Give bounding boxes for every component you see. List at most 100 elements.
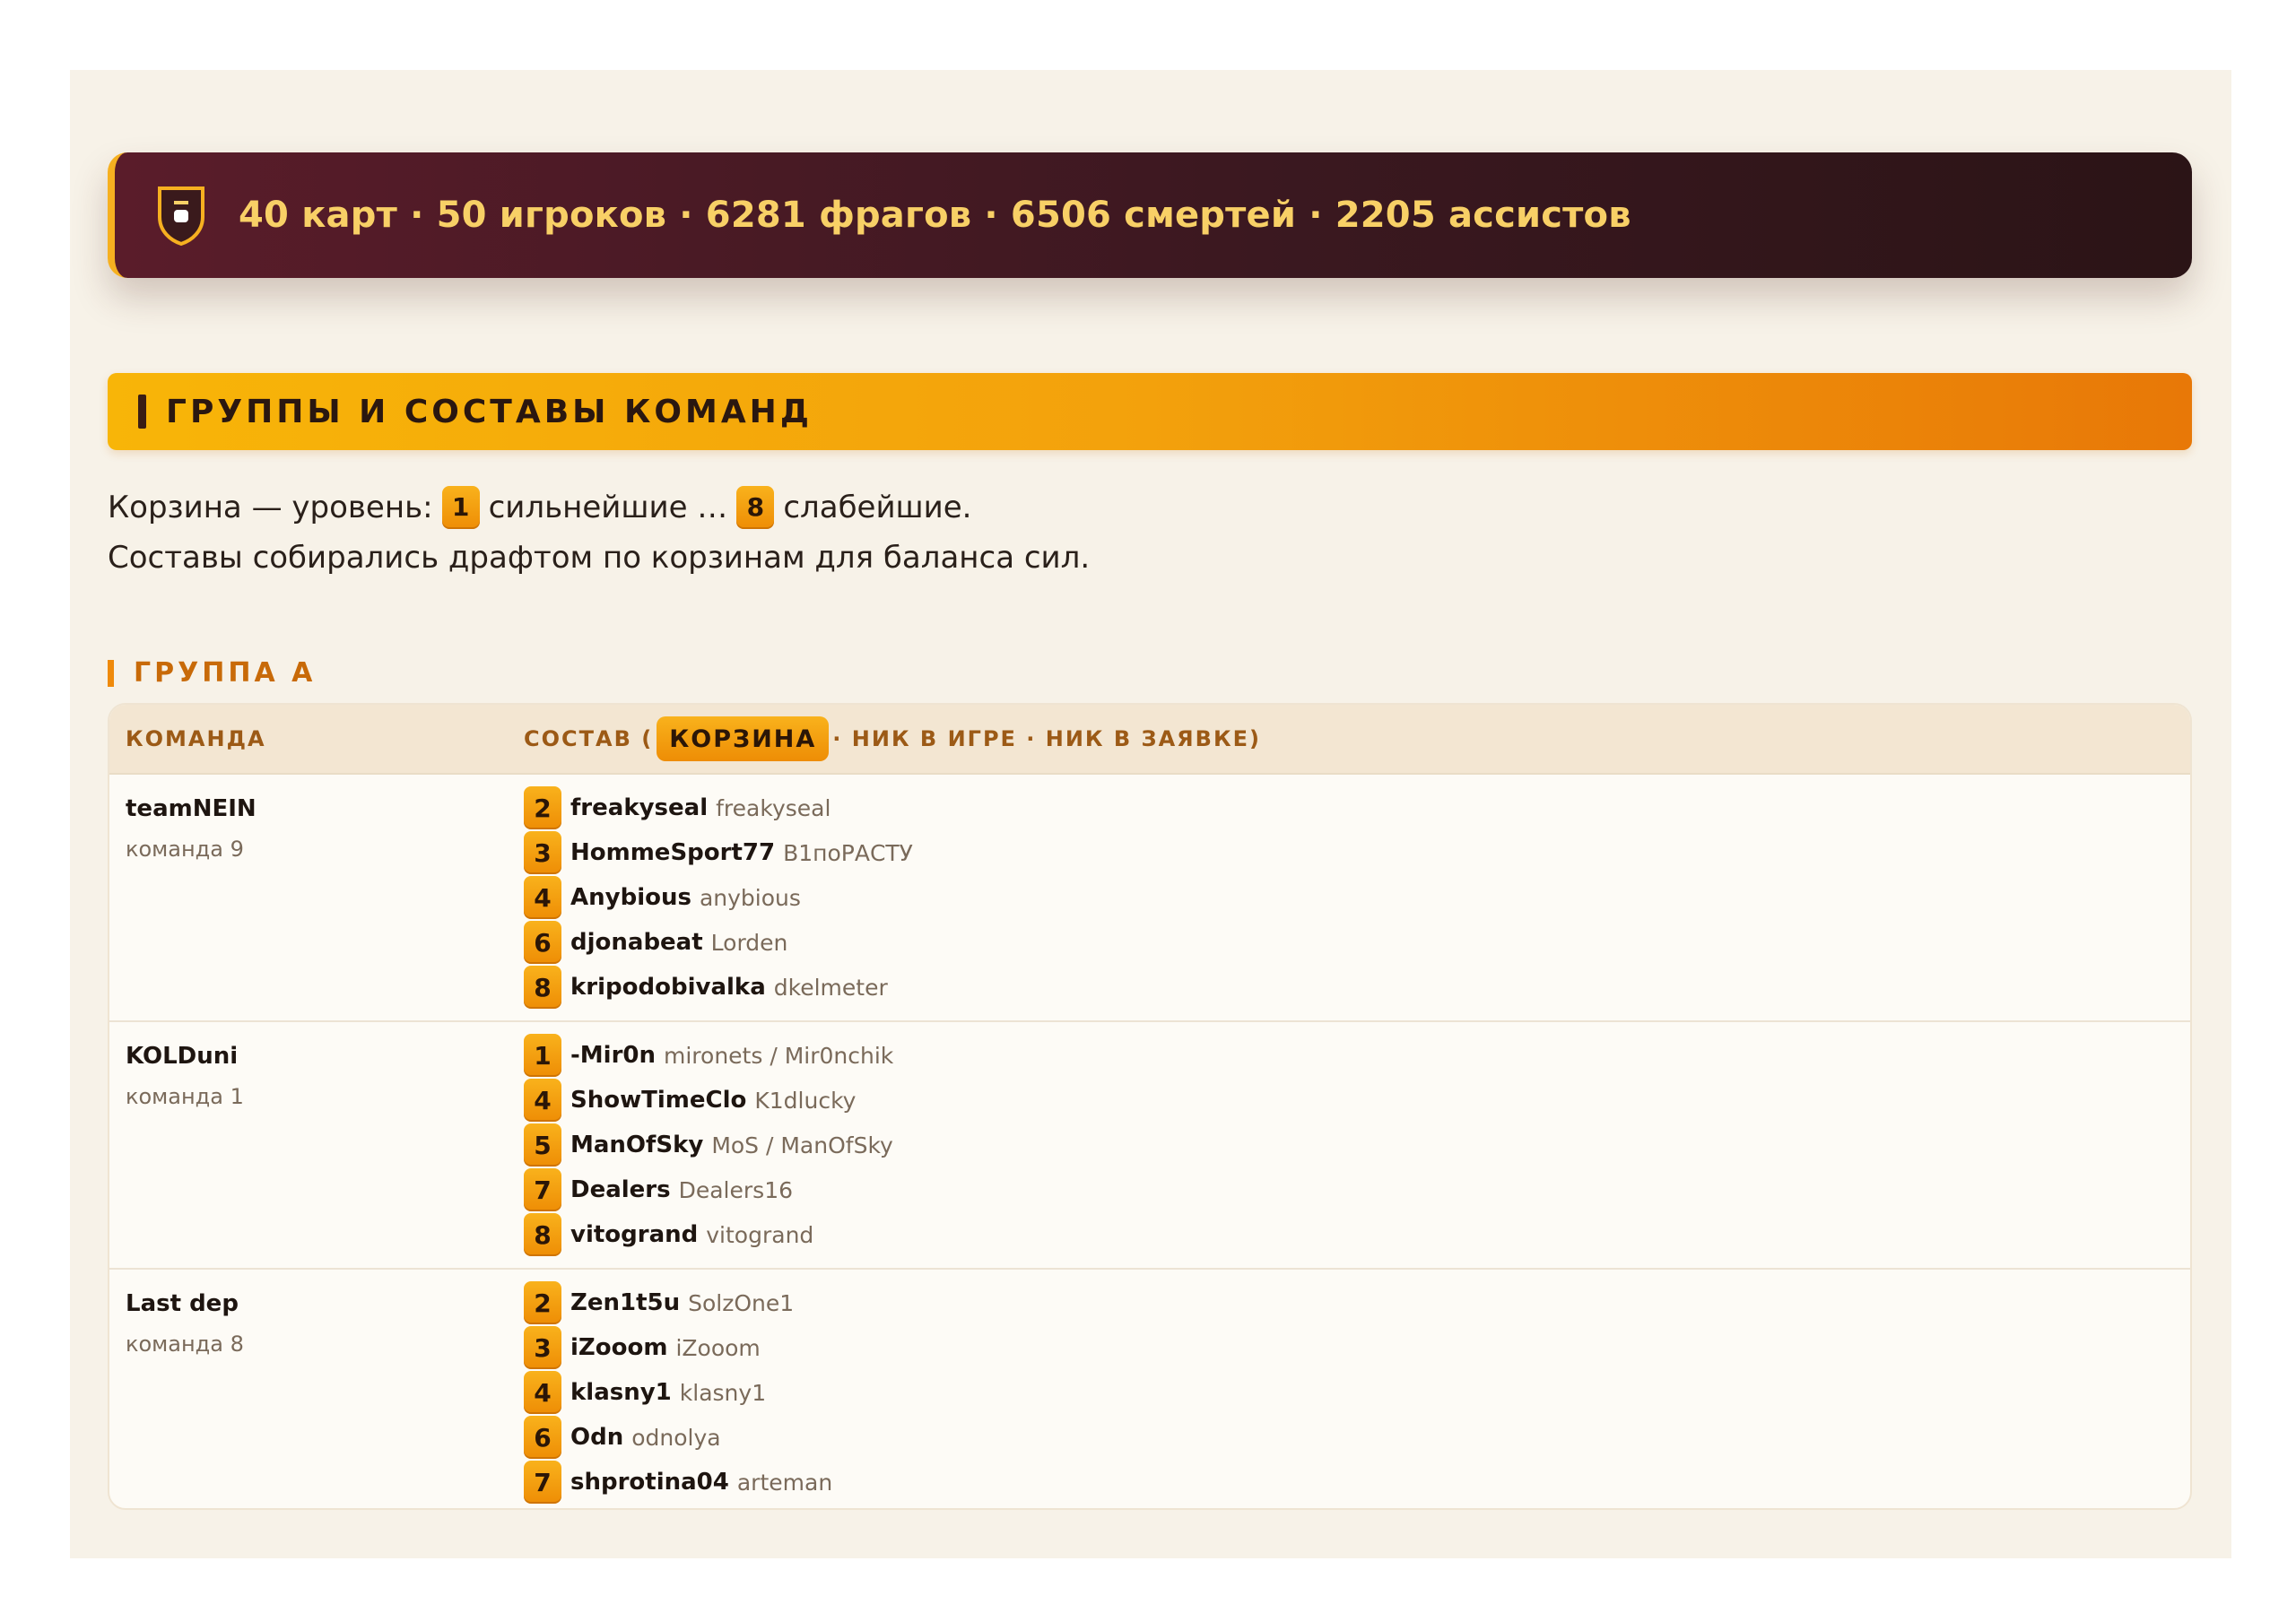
player-entry: 4 klasny1 klasny1: [524, 1370, 832, 1415]
shield-icon: [158, 186, 204, 246]
pot-badge: 3: [524, 831, 561, 874]
table-row: teamNEIN команда 9 2 freakyseal freakyseal 3 H…: [109, 775, 2190, 1022]
header-roster-rest: · НИК В ИГРЕ · НИК В ЗАЯВКЕ): [832, 726, 1261, 751]
pot-badge: 6: [524, 1416, 561, 1459]
player-entry: 2 freakyseal freakyseal: [524, 785, 913, 830]
team-number: команда 1: [126, 1084, 244, 1109]
table-body: teamNEIN команда 9 2 freakyseal freakyseal 3 H…: [109, 775, 2190, 1508]
team-number: команда 8: [126, 1331, 244, 1357]
player-entry: 7 Dealers Dealers16: [524, 1167, 893, 1212]
player-game-nick: kripodobivalka: [570, 974, 766, 1001]
pot-badge: 2: [524, 1281, 561, 1324]
player-entry: 4 ShowTimeClo K1dlucky: [524, 1078, 893, 1123]
pot-badge: 8: [524, 1213, 561, 1256]
legend-best-text: сильнейшие …: [488, 490, 728, 525]
player-application-nick: anybious: [699, 884, 801, 911]
roster-cell: 1 -Mir0n mironets / Mir0nchik 4 ShowTimeClo K…: [524, 1033, 893, 1257]
roster-cell: 2 Zen1t5u SolzOne1 3 iZooom iZooom 4 klasny1 kla…: [524, 1280, 832, 1505]
player-application-nick: MoS / ManOfSky: [711, 1132, 893, 1158]
player-game-nick: freakyseal: [570, 794, 709, 821]
team-cell: Last dep команда 8: [126, 1286, 244, 1357]
table-row: KOLDuni команда 1 1 -Mir0n mironets / Mir0nc…: [109, 1022, 2190, 1270]
player-entry: 6 djonabeat Lorden: [524, 920, 913, 965]
player-entry: 8 kripodobivalka dkelmeter: [524, 965, 913, 1010]
pot-badge: 5: [524, 1123, 561, 1167]
team-name: teamNEIN: [126, 795, 257, 822]
player-game-nick: -Mir0n: [570, 1042, 656, 1069]
pot-badge: 8: [524, 966, 561, 1009]
player-application-nick: freakyseal: [716, 794, 831, 821]
stats-banner: 40 карт · 50 игроков · 6281 фрагов · 650…: [108, 152, 2192, 278]
player-application-nick: K1dlucky: [754, 1087, 857, 1114]
pot-badge: 6: [524, 921, 561, 964]
player-game-nick: Odn: [570, 1424, 624, 1451]
player-entry: 7 shprotina04 arteman: [524, 1460, 832, 1505]
section-header: ГРУППЫ И СОСТАВЫ КОМАНД: [108, 373, 2192, 450]
table-header: КОМАНДА СОСТАВ ( КОРЗИНА · НИК В ИГРЕ · …: [109, 705, 2190, 775]
player-entry: 8 vitogrand vitogrand: [524, 1212, 893, 1257]
player-game-nick: shprotina04: [570, 1469, 729, 1496]
pot-badge: 4: [524, 1079, 561, 1122]
team-cell: teamNEIN команда 9: [126, 791, 257, 863]
player-entry: 2 Zen1t5u SolzOne1: [524, 1280, 832, 1325]
team-name: Last dep: [126, 1290, 239, 1317]
section-title: ГРУППЫ И СОСТАВЫ КОМАНД: [166, 393, 813, 430]
player-entry: 1 -Mir0n mironets / Mir0nchik: [524, 1033, 893, 1078]
player-entry: 3 iZooom iZooom: [524, 1325, 832, 1370]
player-application-nick: odnolya: [631, 1424, 721, 1451]
group-heading: ГРУППА А: [108, 657, 316, 689]
player-game-nick: Dealers: [570, 1176, 671, 1203]
stats-summary: 40 карт · 50 игроков · 6281 фрагов · 650…: [239, 195, 1631, 236]
team-number: команда 9: [126, 837, 244, 862]
roster-cell: 2 freakyseal freakyseal 3 HommeSport77 B1поРА…: [524, 785, 913, 1010]
player-application-nick: vitogrand: [706, 1221, 814, 1248]
player-game-nick: iZooom: [570, 1334, 668, 1361]
table-row: Last dep команда 8 2 Zen1t5u SolzOne1 3 iZooom…: [109, 1270, 2190, 1508]
player-application-nick: Lorden: [710, 929, 788, 956]
legend-worst-text: слабейшие.: [783, 490, 972, 525]
player-entry: 5 ManOfSky MoS / ManOfSky: [524, 1123, 893, 1167]
pot-badge: 2: [524, 786, 561, 829]
header-roster-open: СОСТАВ (: [524, 726, 654, 751]
player-game-nick: ShowTimeClo: [570, 1087, 747, 1114]
header-pot-chip: КОРЗИНА: [657, 716, 830, 761]
player-game-nick: vitogrand: [570, 1221, 699, 1248]
pot-badge-worst: 8: [736, 486, 775, 529]
player-application-nick: dkelmeter: [773, 974, 888, 1001]
team-cell: KOLDuni команда 1: [126, 1038, 244, 1110]
player-application-nick: iZooom: [675, 1334, 761, 1361]
group-tick: [108, 659, 114, 687]
pot-legend: Корзина — уровень: 1 сильнейшие … 8 слаб…: [108, 482, 1090, 583]
pot-badge: 4: [524, 1371, 561, 1414]
page: 40 карт · 50 игроков · 6281 фрагов · 650…: [70, 70, 2231, 1558]
player-game-nick: HommeSport77: [570, 839, 776, 866]
player-game-nick: Anybious: [570, 884, 691, 911]
player-game-nick: klasny1: [570, 1379, 672, 1406]
player-application-nick: arteman: [736, 1469, 833, 1496]
legend-note: Составы собирались драфтом по корзинам д…: [108, 540, 1091, 576]
header-team: КОМАНДА: [126, 726, 266, 751]
legend-prefix: Корзина — уровень:: [108, 490, 433, 525]
player-application-nick: Dealers16: [678, 1176, 794, 1203]
player-entry: 3 HommeSport77 B1поРАСТУ: [524, 830, 913, 875]
player-application-nick: B1поРАСТУ: [783, 839, 913, 866]
player-application-nick: SolzOne1: [688, 1289, 795, 1316]
header-roster: СОСТАВ ( КОРЗИНА · НИК В ИГРЕ · НИК В ЗА…: [524, 716, 1261, 761]
player-application-nick: mironets / Mir0nchik: [664, 1042, 894, 1069]
player-game-nick: Zen1t5u: [570, 1289, 681, 1316]
player-game-nick: djonabeat: [570, 929, 703, 956]
player-entry: 6 Odn odnolya: [524, 1415, 832, 1460]
pot-badge: 4: [524, 876, 561, 919]
pot-badge: 3: [524, 1326, 561, 1369]
pot-badge: 1: [524, 1034, 561, 1077]
group-label: ГРУППА А: [134, 657, 317, 689]
player-entry: 4 Anybious anybious: [524, 875, 913, 920]
pot-badge-best: 1: [441, 486, 480, 529]
player-application-nick: klasny1: [679, 1379, 767, 1406]
team-name: KOLDuni: [126, 1043, 239, 1070]
section-tick: [138, 395, 146, 429]
pot-badge: 7: [524, 1168, 561, 1211]
pot-badge: 7: [524, 1461, 561, 1504]
player-game-nick: ManOfSky: [570, 1132, 704, 1158]
roster-table: КОМАНДА СОСТАВ ( КОРЗИНА · НИК В ИГРЕ · …: [108, 703, 2192, 1510]
